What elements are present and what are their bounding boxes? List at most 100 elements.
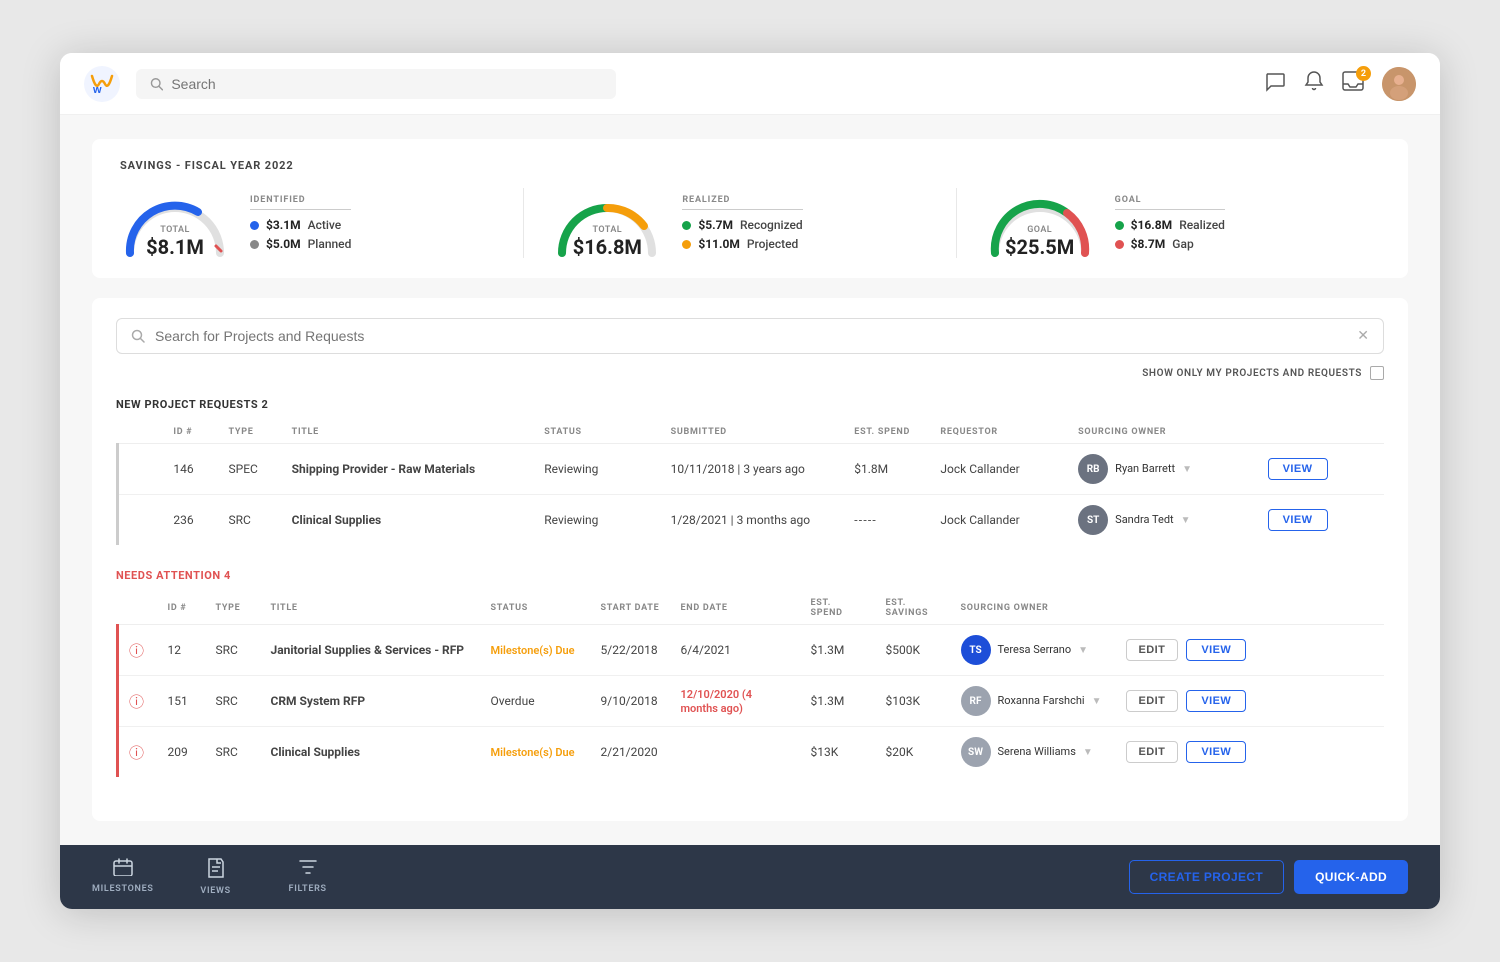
col-header-estspend: EST. SPEND: [844, 421, 930, 444]
show-my-projects-checkbox[interactable]: [1370, 366, 1384, 380]
row-estspend: $1.3M: [801, 625, 876, 676]
owner-avatar: TS: [961, 635, 991, 665]
col-header-blank: [118, 421, 164, 444]
row-id: 12: [158, 625, 206, 676]
table-row: 236 SRC Clinical Supplies Reviewing 1/28…: [118, 495, 1385, 546]
row-estsavings: $20K: [876, 727, 951, 778]
logo[interactable]: w: [84, 66, 120, 102]
project-search-bar[interactable]: ✕: [116, 318, 1384, 354]
owner-dropdown-arrow[interactable]: ▼: [1182, 464, 1192, 475]
row-estspend: $1.8M: [844, 444, 930, 495]
identified-gauge-block: TOTAL $8.1M IDENTIFIED $3.1M Active: [120, 188, 515, 258]
row-title: Janitorial Supplies & Services - RFP: [261, 625, 481, 676]
row-title: Clinical Supplies: [282, 495, 535, 546]
avatar[interactable]: [1382, 67, 1416, 101]
legend-label: Projected: [747, 237, 798, 251]
row-estsavings: $500K: [876, 625, 951, 676]
goal-gauge: GOAL $25.5M: [985, 188, 1095, 258]
table-row: 146 SPEC Shipping Provider - Raw Materia…: [118, 444, 1385, 495]
row-attention-icon: ⓘ: [118, 625, 158, 676]
row-title: Clinical Supplies: [261, 727, 481, 778]
create-project-button[interactable]: CREATE PROJECT: [1129, 860, 1285, 894]
row-requestor: Jock Callander: [930, 444, 1068, 495]
owner-name: Teresa Serrano: [998, 643, 1072, 656]
inbox-icon[interactable]: 2: [1342, 71, 1364, 96]
project-search-input[interactable]: [155, 328, 1347, 344]
quick-add-button[interactable]: QUICK-ADD: [1294, 860, 1408, 894]
milestones-action[interactable]: MILESTONES: [92, 858, 154, 896]
owner-name: Sandra Tedt: [1115, 513, 1173, 526]
attention-icon: ⓘ: [129, 744, 144, 762]
col-header-blank: [118, 592, 158, 625]
row-indicator: [118, 444, 164, 495]
row-actions: EDIT VIEW: [1116, 727, 1385, 778]
legend-dot-planned: [250, 240, 259, 249]
row-estsavings: $103K: [876, 676, 951, 727]
svg-text:w: w: [92, 84, 102, 96]
legend-amount: $11.0M: [698, 237, 740, 251]
show-my-projects-label: SHOW ONLY MY PROJECTS AND REQUESTS: [1142, 368, 1362, 379]
row-estspend: $1.3M: [801, 676, 876, 727]
owner-name: Roxanna Farshchi: [998, 694, 1085, 707]
attention-icon: ⓘ: [129, 642, 144, 660]
owner-dropdown-arrow[interactable]: ▼: [1083, 747, 1093, 758]
views-action[interactable]: VIEWS: [186, 858, 246, 896]
row-owner: TS Teresa Serrano ▼: [951, 625, 1116, 676]
filters-action[interactable]: FILTERS: [278, 858, 338, 896]
edit-button[interactable]: EDIT: [1126, 639, 1179, 661]
legend-label: Active: [308, 218, 342, 232]
row-type: SRC: [206, 625, 261, 676]
savings-section: SAVINGS - FISCAL YEAR 2022: [92, 139, 1408, 278]
owner-name: Serena Williams: [998, 745, 1076, 758]
owner-avatar: RF: [961, 686, 991, 716]
legend-amount: $3.1M: [266, 218, 301, 232]
row-actions: VIEW: [1258, 444, 1384, 495]
view-button[interactable]: VIEW: [1186, 639, 1246, 661]
search-input[interactable]: [171, 76, 602, 92]
row-startdate: 9/10/2018: [591, 676, 671, 727]
row-id: 146: [163, 444, 218, 495]
bell-icon[interactable]: [1304, 70, 1324, 97]
row-type: SPEC: [219, 444, 282, 495]
row-estspend: -----: [844, 495, 930, 546]
identified-value-label: TOTAL $8.1M: [146, 225, 204, 258]
clear-search-icon[interactable]: ✕: [1357, 328, 1369, 344]
owner-dropdown-arrow[interactable]: ▼: [1092, 696, 1102, 707]
row-requestor: Jock Callander: [930, 495, 1068, 546]
show-my-projects: SHOW ONLY MY PROJECTS AND REQUESTS: [116, 366, 1384, 380]
filters-label: FILTERS: [289, 884, 327, 894]
view-button[interactable]: VIEW: [1186, 741, 1246, 763]
owner-dropdown-arrow[interactable]: ▼: [1078, 645, 1088, 656]
row-id: 236: [163, 495, 218, 546]
views-icon: [208, 858, 224, 883]
col-header-sourcingowner: SOURCING OWNER: [1068, 421, 1257, 444]
col-header-submitted: SUBMITTED: [661, 421, 845, 444]
owner-dropdown-arrow[interactable]: ▼: [1181, 515, 1191, 526]
legend-item: $8.7M Gap: [1115, 237, 1225, 251]
chat-icon[interactable]: [1264, 70, 1286, 97]
global-search-bar[interactable]: [136, 69, 616, 99]
row-status: Overdue: [481, 676, 591, 727]
view-button[interactable]: VIEW: [1268, 509, 1328, 531]
filters-icon: [299, 858, 317, 881]
app-window: w 2: [60, 53, 1440, 909]
milestones-icon: [113, 858, 133, 881]
legend-label: Realized: [1179, 218, 1225, 232]
legend-amount: $8.7M: [1131, 237, 1166, 251]
edit-button[interactable]: EDIT: [1126, 690, 1179, 712]
row-id: 209: [158, 727, 206, 778]
row-enddate: [671, 727, 801, 778]
legend-dot-gap: [1115, 240, 1124, 249]
row-owner: RF Roxanna Farshchi ▼: [951, 676, 1116, 727]
view-button[interactable]: VIEW: [1268, 458, 1328, 480]
col-header-estsavings: EST. SAVINGS: [876, 592, 951, 625]
bottom-bar: MILESTONES VIEWS: [60, 845, 1440, 909]
view-button[interactable]: VIEW: [1186, 690, 1246, 712]
bottom-actions: MILESTONES VIEWS: [92, 858, 338, 896]
row-type: SRC: [219, 495, 282, 546]
row-title: Shipping Provider - Raw Materials: [282, 444, 535, 495]
row-actions: VIEW: [1258, 495, 1384, 546]
identified-legend: IDENTIFIED $3.1M Active $5.0M Planned: [250, 195, 351, 251]
edit-button[interactable]: EDIT: [1126, 741, 1179, 763]
legend-item: $5.7M Recognized: [682, 218, 802, 232]
